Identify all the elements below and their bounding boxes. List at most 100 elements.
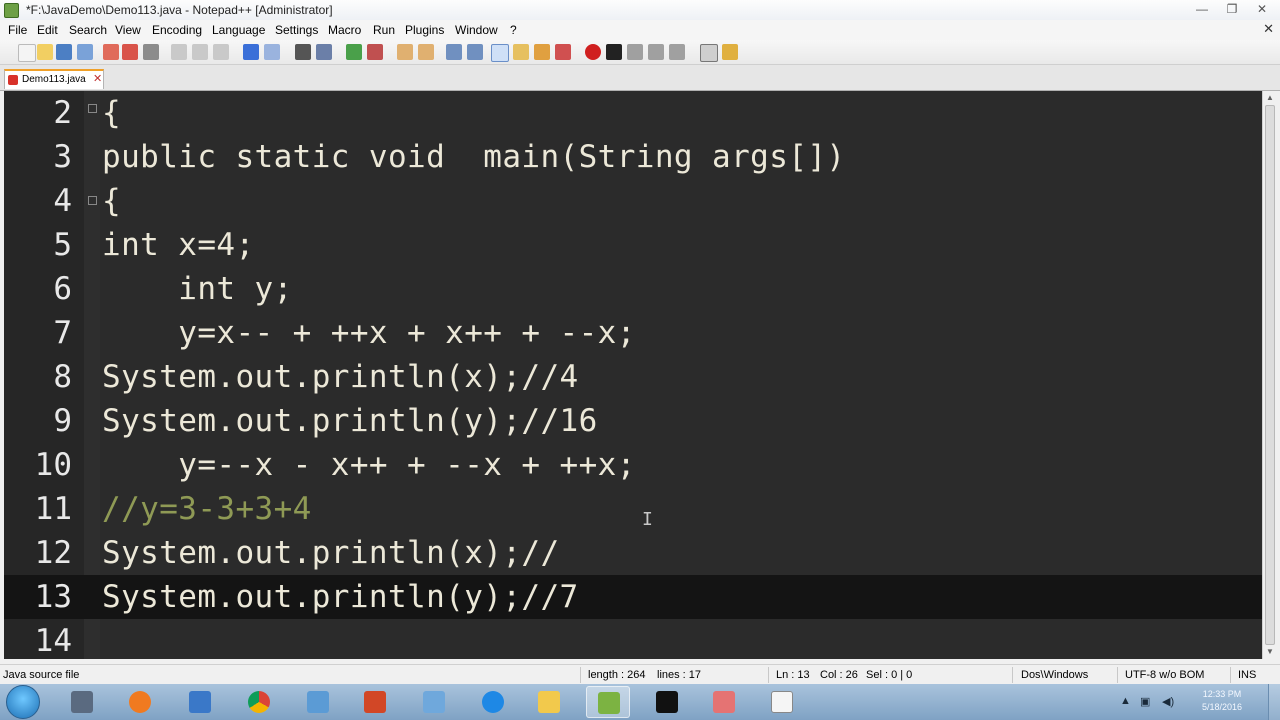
- network-status-icon[interactable]: ▣: [1140, 695, 1150, 708]
- line-code: public static void main(String args[]): [102, 139, 846, 175]
- tray-expand-icon[interactable]: ▲: [1120, 695, 1131, 707]
- taskbar-notepad-plus-plus[interactable]: [586, 686, 630, 718]
- menu-run[interactable]: Run: [373, 23, 395, 37]
- line-code: int y;: [102, 271, 293, 307]
- line-number: 8: [53, 359, 72, 395]
- taskbar-folder[interactable]: [527, 686, 571, 718]
- taskbar-chrome[interactable]: [237, 686, 281, 718]
- copy-icon[interactable]: [192, 44, 208, 60]
- undo-icon[interactable]: [243, 44, 259, 60]
- vertical-scrollbar[interactable]: ▲ ▼: [1262, 91, 1277, 659]
- status-col-num: Col : 26: [820, 669, 858, 681]
- code-line: 14: [4, 619, 1262, 659]
- menu-language[interactable]: Language: [212, 23, 265, 37]
- save-all-icon[interactable]: [77, 44, 93, 60]
- status-divider: [1012, 667, 1013, 683]
- status-length: length : 264: [588, 669, 646, 681]
- taskbar-internet-explorer[interactable]: [471, 686, 515, 718]
- doc-map-icon[interactable]: [534, 44, 550, 60]
- folder-icon: [538, 691, 560, 713]
- taskbar-notepad[interactable]: [760, 686, 804, 718]
- volume-icon[interactable]: ◀): [1162, 695, 1174, 708]
- replace-icon[interactable]: [316, 44, 332, 60]
- run-macro-multiple-icon[interactable]: [648, 44, 664, 60]
- scroll-up-icon[interactable]: ▲: [1266, 93, 1274, 102]
- word-wrap-icon[interactable]: [446, 44, 462, 60]
- code-line: 10 y=--x - x++ + --x + ++x;: [4, 443, 1262, 487]
- play-macro-icon[interactable]: [627, 44, 643, 60]
- taskbar-tool[interactable]: [412, 686, 456, 718]
- spell-check-icon[interactable]: [700, 44, 718, 62]
- menu-plugins[interactable]: Plugins: [405, 23, 444, 37]
- plugin-icon[interactable]: [722, 44, 738, 60]
- sync-vertical-icon[interactable]: [397, 44, 413, 60]
- menu-encoding[interactable]: Encoding: [152, 23, 202, 37]
- status-encoding: UTF-8 w/o BOM: [1125, 669, 1205, 681]
- line-number: 10: [34, 447, 72, 483]
- taskbar-calculator[interactable]: [60, 686, 104, 718]
- scroll-down-icon[interactable]: ▼: [1266, 647, 1274, 656]
- save-icon[interactable]: [56, 44, 72, 60]
- status-insert-mode: INS: [1238, 669, 1257, 681]
- tab-demo113-java[interactable]: Demo113.java ✕: [4, 69, 104, 89]
- line-number: 13: [34, 579, 72, 615]
- maximize-button[interactable]: ❐: [1220, 2, 1244, 18]
- sync-horizontal-icon[interactable]: [418, 44, 434, 60]
- record-macro-icon[interactable]: [585, 44, 601, 60]
- code-editor[interactable]: 2 { 3 public static void main(String arg…: [4, 91, 1262, 659]
- scrollbar-thumb[interactable]: [1265, 105, 1275, 645]
- code-line: 5 int x=4;: [4, 223, 1262, 267]
- taskbar-cmd[interactable]: [645, 686, 689, 718]
- new-file-icon[interactable]: [18, 44, 36, 62]
- redo-icon[interactable]: [264, 44, 280, 60]
- line-code: y=x-- + ++x + x++ + --x;: [102, 315, 636, 351]
- status-divider: [580, 667, 581, 683]
- line-code: System.out.println(y);//7: [102, 579, 579, 615]
- computer-icon: [189, 691, 211, 713]
- taskbar-media-player[interactable]: [118, 686, 162, 718]
- show-all-chars-icon[interactable]: [467, 44, 483, 60]
- function-list-icon[interactable]: [555, 44, 571, 60]
- menu-window[interactable]: Window: [455, 23, 498, 37]
- paste-icon[interactable]: [213, 44, 229, 60]
- line-number: 9: [53, 403, 72, 439]
- menu-view[interactable]: View: [115, 23, 141, 37]
- status-eol: Dos\Windows: [1021, 669, 1089, 681]
- menu-edit[interactable]: Edit: [37, 23, 58, 37]
- show-desktop-button[interactable]: [1268, 684, 1280, 720]
- zoom-out-icon[interactable]: [367, 44, 383, 60]
- clock-date: 5/18/2016: [1201, 702, 1243, 712]
- paint-icon: [713, 691, 735, 713]
- save-macro-icon[interactable]: [669, 44, 685, 60]
- start-button-icon[interactable]: [6, 685, 40, 719]
- line-code: System.out.println(y);//16: [102, 403, 598, 439]
- menu-settings[interactable]: Settings: [275, 23, 318, 37]
- taskbar-paint[interactable]: [702, 686, 746, 718]
- stop-macro-icon[interactable]: [606, 44, 622, 60]
- menu-help[interactable]: ?: [510, 23, 517, 37]
- close-button[interactable]: ✕: [1250, 2, 1274, 18]
- cut-icon[interactable]: [171, 44, 187, 60]
- menu-search[interactable]: Search: [69, 23, 107, 37]
- print-icon[interactable]: [143, 44, 159, 60]
- menu-file[interactable]: File: [8, 23, 27, 37]
- taskbar-network[interactable]: [296, 686, 340, 718]
- line-code: y=--x - x++ + --x + ++x;: [102, 447, 636, 483]
- close-file-icon[interactable]: [103, 44, 119, 60]
- menu-macro[interactable]: Macro: [328, 23, 361, 37]
- close-all-icon[interactable]: [122, 44, 138, 60]
- minimize-button[interactable]: —: [1190, 2, 1214, 18]
- taskbar-office[interactable]: [353, 686, 397, 718]
- taskbar-computer[interactable]: [178, 686, 222, 718]
- tab-bar: Demo113.java ✕: [0, 65, 1280, 91]
- tab-close-icon[interactable]: ✕: [93, 72, 102, 85]
- zoom-in-icon[interactable]: [346, 44, 362, 60]
- line-code: System.out.println(x);//4: [102, 359, 579, 395]
- system-clock[interactable]: 12:33 PM 5/18/2016: [1192, 688, 1252, 714]
- indent-guide-icon[interactable]: [491, 44, 509, 62]
- document-close-button[interactable]: ✕: [1263, 21, 1274, 37]
- user-language-icon[interactable]: [513, 44, 529, 60]
- open-file-icon[interactable]: [37, 44, 53, 60]
- find-icon[interactable]: [295, 44, 311, 60]
- status-line-num: Ln : 13: [776, 669, 810, 681]
